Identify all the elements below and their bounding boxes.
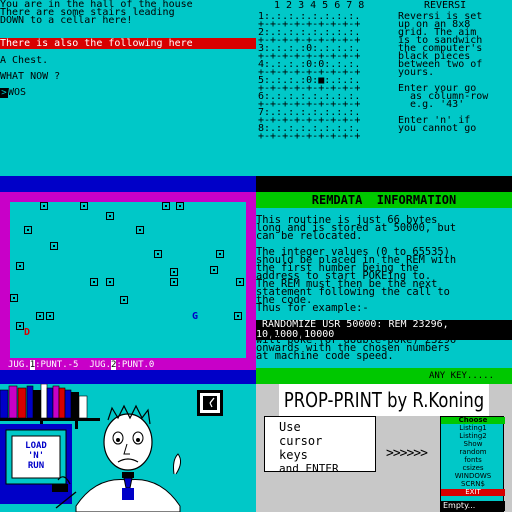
game-token (106, 212, 114, 220)
game-token (170, 268, 178, 276)
menu-item-listing2[interactable]: Listing2 (441, 433, 505, 440)
cartoon-illustration: LOAD 'N' RUN (0, 384, 256, 512)
menu-item-show[interactable]: Show (441, 441, 505, 448)
game-top-bar (0, 176, 256, 192)
remdata-line: Thus for example:- (256, 302, 369, 314)
game-token (236, 278, 244, 286)
remdata-panel: REMDATA INFORMATION This routine is just… (256, 176, 512, 384)
player-2-sprite: G (192, 311, 199, 322)
reversi-column-numbers: 1 2 3 4 5 6 7 8 (274, 0, 365, 11)
game-token (46, 312, 54, 320)
game-token (234, 312, 242, 320)
menu-item-windows[interactable]: WINDOWS (441, 473, 505, 480)
game-status-bar: JUG.1:PUNT.-5 JUG.2:PUNT.0 (0, 360, 256, 370)
menu-item-scrn[interactable]: SCRN$ (441, 481, 505, 488)
game-token (90, 278, 98, 286)
game-token (154, 250, 162, 258)
menu-item-exit[interactable]: EXIT (441, 489, 505, 496)
player-1-sprite: D (24, 327, 31, 338)
adventure-text-line: DOWN to a cellar here! (0, 15, 133, 26)
prop-frame (256, 416, 264, 512)
game-token (10, 294, 18, 302)
help-line: keys (279, 448, 308, 462)
menu-item-fonts[interactable]: fonts (441, 457, 505, 464)
menu-item-listing1[interactable]: Listing1 (441, 425, 505, 432)
game-token (136, 226, 144, 234)
clock-icon (197, 390, 223, 416)
game-token (36, 312, 44, 320)
help-line: Use (279, 420, 301, 434)
instruction-line: you cannot go (398, 123, 477, 134)
adventure-highlight-line: There is also the following here (0, 38, 256, 49)
game-field[interactable]: DG (10, 202, 246, 358)
help-line: and ENTER (279, 462, 339, 475)
cartoon-panel: LOAD 'N' RUN (0, 384, 256, 512)
game-token (106, 278, 114, 286)
instruction-line: e.g. '43' (398, 99, 465, 110)
player2-label: JUG. (89, 360, 111, 370)
load-run-line-2: 'N' (28, 451, 44, 461)
prop-help-panel: Use cursor keys and ENTER (264, 416, 376, 475)
game-token (120, 296, 128, 304)
arrow-indicator-icon: >>>>>> (386, 446, 428, 461)
input-cursor-icon: > (0, 88, 8, 98)
instruction-line: yours. (398, 67, 435, 78)
board-separator: +-+-+-+-+-+-+-+-+ (258, 131, 361, 142)
remdata-title: REMDATA INFORMATION (256, 192, 512, 208)
player2-score: :PUNT.0 (116, 360, 155, 370)
menu-item-random[interactable]: random (441, 449, 505, 456)
load-run-line-3: RUN (28, 461, 44, 471)
prop-print-panel: PROP-PRINT by R.Koning Use cursor keys a… (256, 384, 512, 512)
remdata-top-bar (256, 176, 512, 192)
remdata-line: can be relocated. (256, 230, 363, 242)
any-key-prompt[interactable]: ANY KEY..... (256, 368, 512, 384)
menu-header: Choose (441, 417, 505, 424)
computer-monitor-icon: LOAD 'N' RUN (0, 424, 72, 504)
player1-label: JUG. (8, 360, 30, 370)
game-token (16, 322, 24, 330)
game-token (16, 262, 24, 270)
reversi-board[interactable]: 1:.:.:.:.:.:.:.:. +-+-+-+-+-+-+-+-+ 2:.:… (258, 11, 386, 143)
game-token (40, 202, 48, 210)
menu-empty-slot: Empty... (441, 501, 505, 511)
game-token (210, 266, 218, 274)
adventure-item: A Chest. (0, 55, 49, 66)
player1-score: :PUNT.-5 (35, 360, 79, 370)
prop-menu: Choose Listing1 Listing2 Show random fon… (440, 416, 505, 512)
game-token (80, 202, 88, 210)
game-panel: DG JUG.1:PUNT.-5 JUG.2:PUNT.0 (0, 176, 256, 384)
game-token (50, 242, 58, 250)
reversi-title: REVERSI (424, 0, 467, 11)
adventure-input[interactable]: WOS (8, 88, 26, 98)
menu-item-csizes[interactable]: csizes (441, 465, 505, 472)
game-token (170, 278, 178, 286)
game-token (216, 250, 224, 258)
game-token (162, 202, 170, 210)
game-token (176, 202, 184, 210)
adventure-prompt: WHAT NOW ? (0, 71, 61, 82)
remdata-line: at machine code speed. (256, 350, 394, 362)
load-run-line-1: LOAD (25, 441, 47, 451)
help-line: cursor (279, 434, 323, 448)
game-token (24, 226, 32, 234)
prop-print-title: PROP-PRINT by R.Koning (279, 384, 489, 416)
